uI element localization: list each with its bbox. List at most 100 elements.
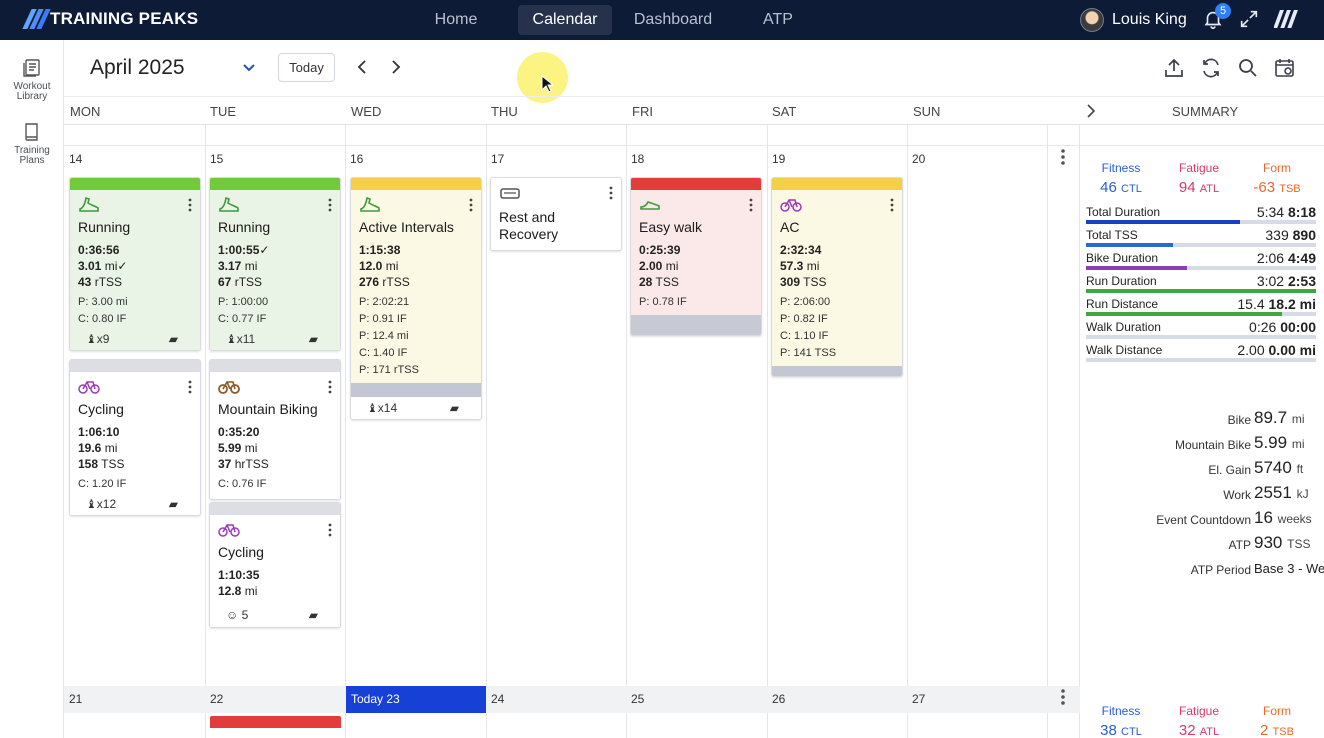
compliance-strip [210,178,340,190]
walk-shoe-icon [640,201,660,210]
search-icon[interactable] [1236,56,1260,80]
fitness-metric[interactable]: Fitness 38 CTL [1088,704,1154,738]
fatigue-unit: ATL [1199,726,1220,738]
rail-label-line: Library [16,91,48,102]
compliance-strip [210,503,340,515]
workout-intensity: C: 0.76 IF [218,478,267,490]
comment-icon[interactable]: ▰ [169,497,178,511]
expand-icon[interactable] [1238,8,1262,32]
chevron-down-icon[interactable] [240,60,258,76]
workout-card-running[interactable]: Running 1:00:55✓ 3.17 mi 67 rTSS P: 1:00… [209,177,341,351]
left-rail: Workout Library Training Plans [0,40,64,738]
form-unit: TSB [1272,726,1294,738]
tab-dashboard[interactable]: Dashboard [618,5,728,35]
tp-mark-icon[interactable] [1273,8,1298,32]
form-metric[interactable]: Form -63 TSB [1244,161,1310,196]
avatar [1080,8,1104,32]
workout-card-rest[interactable]: Rest and Recovery [490,177,622,251]
card-menu-icon[interactable] [609,186,613,200]
summary-row-value: 3:02 2:53 [1256,273,1316,289]
training-plans-button[interactable]: Training Plans [0,122,64,166]
comment-icon[interactable]: ▰ [450,401,459,415]
comment-icon[interactable]: ▰ [309,332,318,346]
user-menu[interactable]: Louis King [1080,8,1187,32]
workout-library-button[interactable]: Workout Library [0,58,64,102]
card-menu-icon[interactable] [328,380,332,394]
day-number: 24 [491,692,505,706]
app-logo[interactable]: TRAINING PEAKS [22,9,198,29]
workout-distance: 2.00 [639,259,663,273]
summary-row-fill [1086,220,1241,224]
form-metric[interactable]: Form 2 TSB [1244,704,1310,738]
next-week-icon[interactable] [386,58,404,76]
card-menu-icon[interactable] [469,198,473,212]
workout-card-ac[interactable]: AC 2:32:34 57.3 mi 309 TSS P: 2:06:00 P:… [771,177,903,377]
compliance-strip [631,178,761,190]
card-menu-icon[interactable] [749,198,753,212]
workout-planned: P: 12.4 mi [359,330,409,342]
day-number: 17 [491,152,505,166]
comment-icon[interactable]: ▰ [169,332,178,346]
fatigue-metric[interactable]: Fatigue 32 ATL [1166,704,1232,738]
weekday-header: MON TUE WED THU FRI SAT SUN SUMMARY [64,96,1324,125]
today-button[interactable]: Today [278,53,335,82]
distance-unit: mi [104,259,118,273]
workout-planned: P: 171 rTSS [359,364,419,376]
today-date-cell[interactable]: Today 23 [346,686,486,713]
summary-row-fill [1086,289,1316,293]
workout-distance: 5.99 [218,441,242,455]
workout-card-running[interactable]: Running 0:36:56 3.01 mi✓ 43 rTSS P: 3.00… [69,177,201,351]
bell-icon[interactable]: 5 [1202,3,1231,32]
week-menu-icon[interactable] [1059,147,1067,167]
summary-row-label: Run Duration [1086,274,1157,288]
compliance-strip [70,360,200,372]
workout-card-active-intervals[interactable]: Active Intervals 1:15:38 12.0 mi 276 rTS… [350,177,482,420]
workout-card-cycling[interactable]: Cycling 1:10:35 12.8 mi ☺ 5 ▰ [209,502,341,628]
summary-total-value: 5740 ft [1254,458,1304,477]
check-icon: ✓ [117,259,128,273]
notification-badge: 5 [1215,3,1231,19]
card-menu-icon[interactable] [890,198,894,212]
prev-week-icon[interactable] [354,58,372,76]
tab-calendar[interactable]: Calendar [518,5,612,35]
comment-icon[interactable]: ▰ [309,608,318,622]
workout-card-easy-walk[interactable]: Easy walk 0:25:39 2.00 mi 28 TSS P: 0.78… [630,177,762,336]
workout-card-partial[interactable] [210,716,341,728]
week-menu-icon[interactable] [1059,687,1067,707]
workout-distance: 57.3 [780,259,804,273]
mouse-cursor-icon [541,75,553,93]
upload-icon[interactable] [1162,56,1186,80]
summary-row: Total TSS 339 890 [1086,227,1316,250]
sync-icon[interactable] [1199,56,1223,80]
month-title[interactable]: April 2025 [90,56,185,80]
card-menu-icon[interactable] [188,198,192,212]
form-label: Form [1263,704,1291,718]
day-number: 26 [772,692,786,706]
workout-card-mountain-biking[interactable]: Mountain Biking 0:35:20 5.99 mi 37 hrTSS… [209,359,341,500]
chevron-right-icon[interactable] [1086,103,1096,119]
tab-atp[interactable]: ATP [748,5,808,35]
fitness-metric[interactable]: Fitness 46 CTL [1088,161,1154,196]
workout-duration: 0:36:56 [78,243,120,257]
summary-row-label: Total TSS [1086,228,1138,242]
summary-total-line: ATP 930 TSS [1080,533,1324,558]
fatigue-metric[interactable]: Fatigue 94 ATL [1166,161,1232,196]
day-number: 18 [631,152,645,166]
summary-title: SUMMARY [1172,104,1239,119]
summary-row-fill [1086,266,1188,270]
summary-total-label: El. Gain [1208,463,1251,477]
tab-home[interactable]: Home [420,5,492,35]
top-nav: TRAINING PEAKS Home Calendar Dashboard A… [0,0,1324,40]
card-menu-icon[interactable] [188,380,192,394]
workout-duration: 1:06:10 [78,425,120,439]
calendar-settings-icon[interactable] [1273,56,1297,80]
form-value: 2 [1260,722,1269,738]
card-menu-icon[interactable] [328,198,332,212]
card-menu-icon[interactable] [328,523,332,537]
weekday-label: WED [351,104,382,119]
grid-line [907,125,908,738]
workout-sparkline [631,315,761,335]
workout-intensity: C: 1.10 IF [780,330,829,342]
workout-distance: 12.8 [218,584,242,598]
workout-card-cycling[interactable]: Cycling 1:06:10 19.6 mi 158 TSS C: 1.20 … [69,359,201,516]
